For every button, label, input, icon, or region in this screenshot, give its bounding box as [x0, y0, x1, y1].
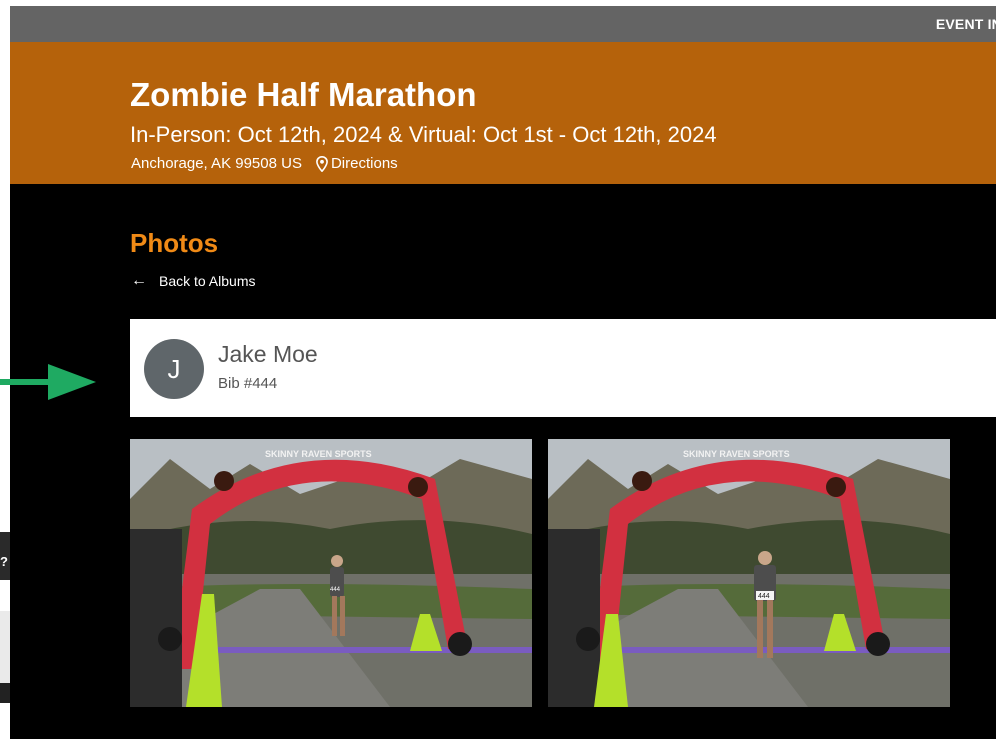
event-dates: In-Person: Oct 12th, 2024 & Virtual: Oct…	[130, 122, 717, 147]
arrow-left-icon: ←	[131, 272, 147, 289]
event-header: Zombie Half Marathon In-Person: Oct 12th…	[10, 42, 996, 184]
back-to-albums-label: Back to Albums	[159, 273, 256, 289]
race-photo-1[interactable]: SKINNY RAVEN SPORTS 444	[130, 439, 532, 707]
side-panel-strip	[0, 611, 10, 683]
runner-bib: Bib #444	[218, 375, 278, 392]
avatar: J	[144, 339, 204, 399]
top-nav-bar: EVENT IN	[10, 0, 996, 42]
runner-card: J Jake Moe Bib #444	[130, 319, 996, 417]
race-photo-2-image: SKINNY RAVEN SPORTS 444	[548, 439, 950, 707]
help-question-mark: ?	[0, 554, 8, 569]
event-info-nav-link[interactable]: EVENT IN	[936, 16, 996, 32]
back-to-albums-link[interactable]: ← Back to Albums	[131, 272, 256, 290]
runner-name: Jake Moe	[218, 341, 318, 367]
arch-sponsor-text: SKINNY RAVEN SPORTS	[265, 449, 372, 459]
race-photo-1-image: SKINNY RAVEN SPORTS 444	[130, 439, 532, 707]
map-pin-icon	[316, 156, 328, 172]
runner-bib-tag: 444	[330, 587, 341, 593]
annotation-arrow-icon	[0, 364, 96, 400]
event-title: Zombie Half Marathon	[130, 76, 477, 113]
event-location-row: Anchorage, AK 99508 US Directions	[131, 154, 398, 174]
side-panel-strip-dark	[0, 683, 10, 703]
directions-label: Directions	[330, 155, 398, 172]
race-photo-2[interactable]: SKINNY RAVEN SPORTS 444	[548, 439, 950, 707]
photos-heading: Photos	[130, 228, 219, 258]
event-location: Anchorage, AK 99508 US	[131, 155, 302, 172]
runner-bib-tag: 444	[758, 593, 770, 600]
directions-link[interactable]: Directions	[316, 154, 398, 174]
page-frame: EVENT IN Zombie Half Marathon In-Person:…	[10, 0, 996, 739]
arch-sponsor-text: SKINNY RAVEN SPORTS	[683, 449, 790, 459]
